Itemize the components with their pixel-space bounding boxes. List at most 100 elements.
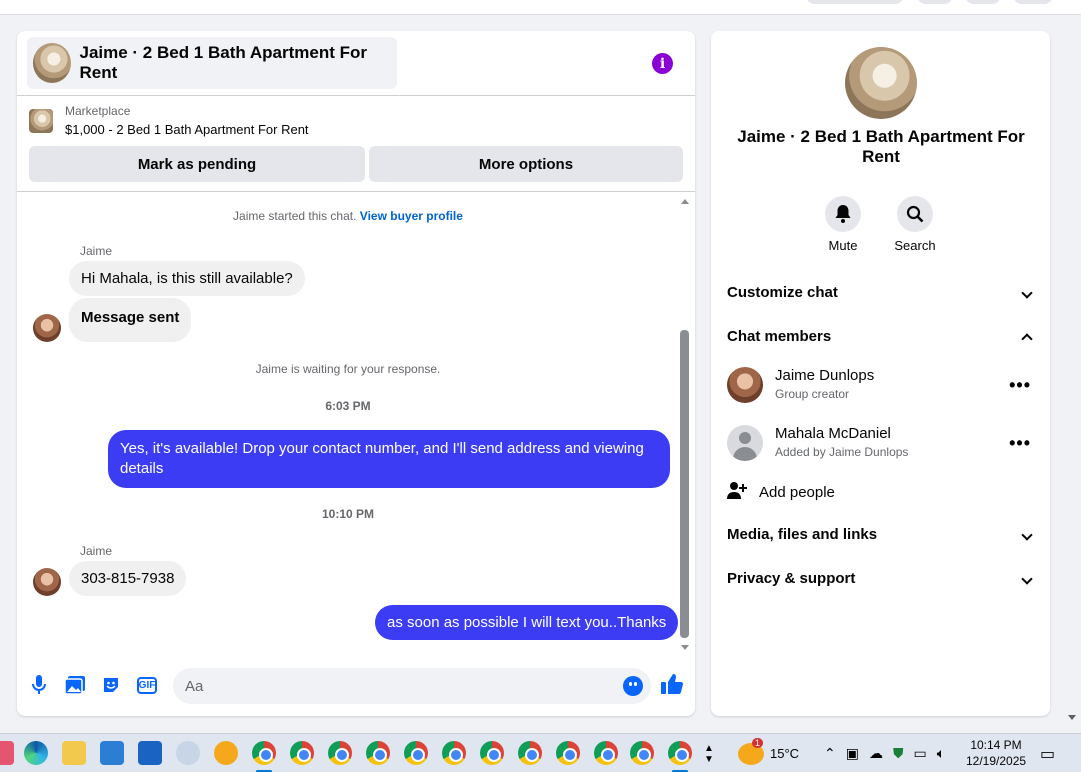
network-icon[interactable]: ▭: [913, 745, 926, 762]
chat-members-label: Chat members: [727, 328, 832, 345]
outgoing-message[interactable]: as soon as possible I will text you..Tha…: [375, 605, 679, 640]
timestamp: 6:03 PM: [325, 399, 371, 413]
mute-action[interactable]: Mute: [813, 196, 873, 253]
gif-icon[interactable]: GIF: [136, 674, 158, 696]
incoming-message[interactable]: Hi Mahala, is this still available?: [69, 261, 305, 296]
mail-icon[interactable]: [138, 741, 162, 765]
meet-icon[interactable]: ▣: [846, 745, 859, 762]
clock-time: 10:14 PM: [970, 738, 1022, 752]
incoming-message[interactable]: Message sent: [69, 298, 192, 342]
file-explorer-icon[interactable]: [62, 741, 86, 765]
scroll-down-arrow-icon[interactable]: [681, 645, 689, 650]
bell-icon[interactable]: [825, 196, 861, 232]
chrome-icon[interactable]: [556, 741, 580, 765]
top-nav-button[interactable]: [806, 0, 904, 4]
outgoing-message[interactable]: Yes, it's available! Drop your contact n…: [108, 430, 670, 488]
clock-date: 12/19/2025: [966, 754, 1027, 768]
view-buyer-profile-link[interactable]: View buyer profile: [360, 209, 463, 223]
chrome-icon[interactable]: [630, 741, 654, 765]
chrome-icon[interactable]: [668, 741, 692, 765]
waiting-notice: Jaime is waiting for your response.: [255, 362, 441, 376]
emoji-icon[interactable]: [623, 676, 643, 696]
chrome-icon[interactable]: [252, 741, 276, 765]
sender-avatar[interactable]: [33, 568, 61, 596]
app-icon[interactable]: [176, 741, 200, 765]
search-label: Search: [894, 238, 936, 253]
message-composer: GIF Aa: [17, 664, 695, 708]
listing-summary[interactable]: Marketplace $1,000 - 2 Bed 1 Bath Apartm…: [29, 104, 309, 137]
chevron-down-icon[interactable]: ▼: [704, 754, 714, 765]
member-row[interactable]: Mahala McDaniel Added by Jaime Dunlops •…: [727, 423, 1037, 463]
chrome-icon[interactable]: [366, 741, 390, 765]
chrome-icon[interactable]: [594, 741, 618, 765]
weather-widget[interactable]: 1 15°C: [738, 734, 799, 772]
volume-icon[interactable]: 🔈︎: [937, 745, 945, 762]
chrome-icon[interactable]: [404, 741, 428, 765]
notification-icon[interactable]: ▭: [1040, 734, 1055, 772]
top-nav-icon-button[interactable]: [965, 0, 1001, 4]
scroll-up-arrow-icon[interactable]: [681, 199, 689, 204]
taskbar-overflow-arrows[interactable]: ▲ ▼: [704, 734, 714, 772]
top-nav-icon-button[interactable]: [917, 0, 953, 4]
mute-label: Mute: [828, 238, 858, 253]
store-icon[interactable]: [100, 741, 124, 765]
add-person-icon: [727, 481, 747, 504]
chevron-up-icon[interactable]: ▲: [704, 743, 714, 754]
app-icon[interactable]: [0, 741, 14, 765]
cloud-icon[interactable]: ☁: [869, 745, 883, 762]
edge-icon[interactable]: [24, 741, 48, 765]
add-people-button[interactable]: Add people: [727, 481, 835, 504]
add-people-label: Add people: [759, 484, 835, 501]
more-options-button[interactable]: More options: [369, 146, 683, 182]
chrome-icon[interactable]: [328, 741, 352, 765]
info-icon[interactable]: i: [652, 53, 673, 74]
microphone-icon[interactable]: [28, 674, 50, 696]
page-scroll-down-arrow-icon[interactable]: [1068, 715, 1076, 720]
message-input[interactable]: Aa: [173, 668, 651, 704]
chrome-icon[interactable]: [518, 741, 542, 765]
chat-started-notice: Jaime started this chat. View buyer prof…: [17, 209, 679, 223]
chat-header[interactable]: Jaime · 2 Bed 1 Bath Apartment For Rent: [27, 37, 397, 89]
chrome-icon[interactable]: [290, 741, 314, 765]
show-hidden-icons-icon[interactable]: ⌃: [824, 745, 836, 762]
listing-source: Marketplace: [65, 104, 131, 118]
chevron-down-icon: [1021, 572, 1033, 585]
chat-members-section[interactable]: Chat members: [727, 328, 1037, 345]
chat-title: Jaime · 2 Bed 1 Bath Apartment For Rent: [79, 43, 367, 82]
message-scrollbar[interactable]: [679, 197, 689, 652]
listing-large-thumbnail: [845, 47, 917, 119]
photo-icon[interactable]: [64, 674, 86, 696]
account-avatar-button[interactable]: [1013, 0, 1053, 4]
sender-avatar[interactable]: [33, 314, 61, 342]
media-files-links-label: Media, files and links: [727, 526, 878, 543]
member-row[interactable]: Jaime Dunlops Group creator •••: [727, 365, 1037, 405]
search-action[interactable]: Search: [885, 196, 945, 253]
listing-small-thumbnail: [29, 108, 53, 133]
privacy-support-section[interactable]: Privacy & support: [727, 570, 1037, 587]
chevron-up-icon: [1021, 333, 1033, 345]
taskbar-clock[interactable]: 10:14 PM 12/19/2025: [966, 737, 1026, 769]
weather-badge: 1: [752, 737, 764, 748]
divider: [17, 95, 695, 96]
scrollbar-thumb[interactable]: [680, 330, 689, 638]
timestamp: 10:10 PM: [321, 507, 375, 521]
more-options-icon[interactable]: •••: [1009, 375, 1031, 396]
default-avatar-icon: [727, 425, 763, 461]
chat-panel: Jaime · 2 Bed 1 Bath Apartment For Rent …: [17, 31, 695, 716]
media-files-links-section[interactable]: Media, files and links: [727, 526, 1037, 543]
weather-app-icon[interactable]: [214, 741, 238, 765]
mark-as-pending-button[interactable]: Mark as pending: [29, 146, 365, 182]
sticker-icon[interactable]: [100, 674, 122, 696]
listing-price: $1,000 - 2 Bed 1 Bath Apartment For Rent: [65, 122, 309, 137]
security-shield-icon[interactable]: ⛊: [893, 745, 904, 762]
weather-icon: 1: [738, 737, 764, 765]
more-options-icon[interactable]: •••: [1009, 433, 1031, 454]
chrome-icon[interactable]: [442, 741, 466, 765]
like-thumbs-up-icon[interactable]: [661, 673, 683, 695]
chrome-icon[interactable]: [480, 741, 504, 765]
customize-chat-section[interactable]: Customize chat: [727, 284, 1037, 301]
member-subtitle: Added by Jaime Dunlops: [775, 445, 909, 459]
incoming-message[interactable]: 303-815-7938: [69, 561, 187, 596]
search-icon[interactable]: [897, 196, 933, 232]
chat-started-text: Jaime started this chat.: [233, 209, 357, 223]
